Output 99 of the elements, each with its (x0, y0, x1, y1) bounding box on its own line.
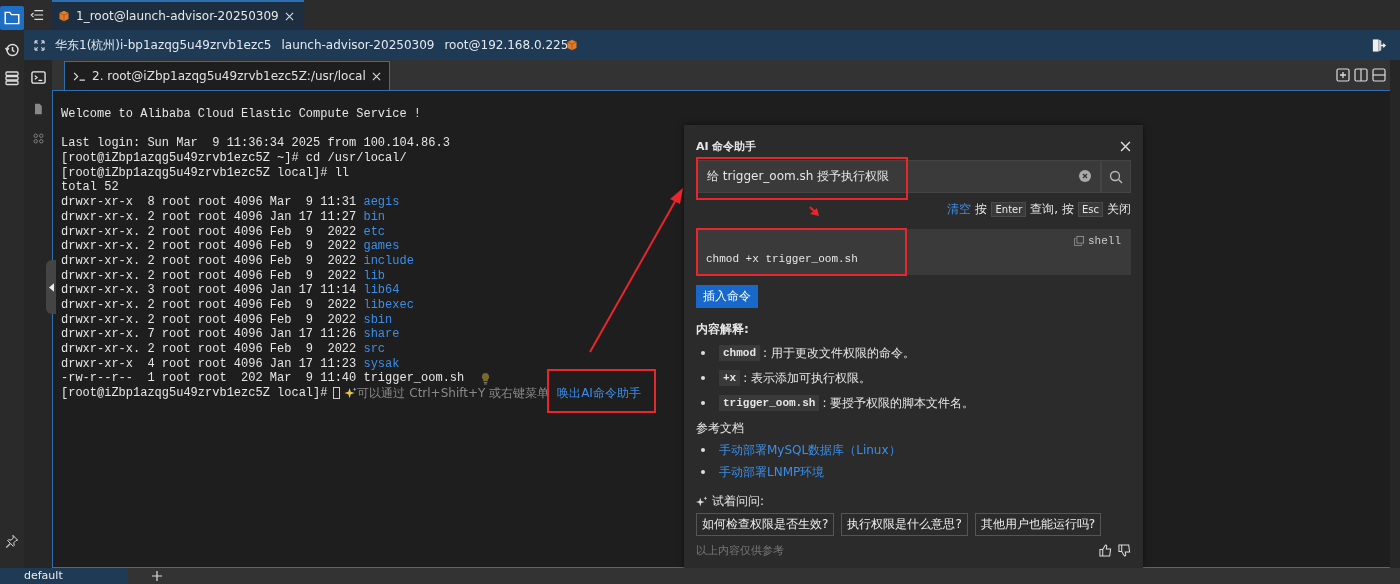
file-info: -rw-r--r-- 1 root root 202 Mar 9 11:40 (61, 371, 357, 387)
copy-icon[interactable] (1074, 236, 1084, 246)
file-name: src (363, 342, 386, 357)
suggestion-button[interactable]: 其他用户也能运行吗? (974, 513, 1102, 536)
terminal-line: [root@iZbp1azqg5u49zrvb1ezc5Z local]# ll (61, 165, 350, 181)
inline-code: trigger_oom.sh (719, 395, 820, 411)
file-name: aegis (363, 195, 400, 210)
thumbs-up-icon[interactable] (1099, 544, 1112, 557)
menu-icon[interactable] (30, 8, 44, 22)
terminal-line: Welcome to Alibaba Cloud Elastic Compute Service ! (61, 107, 422, 122)
query-field[interactable]: 给 trigger_oom.sh 授予执行权限 (696, 160, 1101, 193)
terminal-tab[interactable]: 2. root@iZbp1azqg5u49zrvb1ezc5Z:/usr/local (64, 61, 390, 90)
file-name: games (363, 239, 400, 254)
lightbulb-icon[interactable] (480, 372, 492, 386)
file-name: lib (363, 268, 386, 284)
scrollbar[interactable] (1390, 60, 1400, 568)
file-info: drwxr-xr-x 8 root root 4096 Mar 9 11:31 (61, 195, 357, 210)
history-icon[interactable] (4, 42, 20, 58)
file-name: bin (363, 209, 386, 225)
split-vertical-icon[interactable] (1354, 68, 1368, 82)
inline-code: +x (719, 370, 741, 386)
cube-icon (566, 39, 579, 51)
suggestion-button[interactable]: 如何检查权限是否生效? (696, 513, 835, 536)
language-label: shell (1088, 235, 1121, 247)
thumbs-down-icon[interactable] (1118, 544, 1131, 557)
pin-icon[interactable] (5, 534, 19, 548)
login-user: root@192.168.0.225 (444, 38, 569, 52)
file-info: drwxr-xr-x. 3 root root 4096 Jan 17 11:14 (61, 283, 357, 298)
instance-name: launch-advisor-20250309 (281, 38, 435, 52)
terminal-icon[interactable] (30, 70, 46, 85)
insert-command-button[interactable]: 插入命令 (696, 285, 758, 308)
file-name: sysak (363, 356, 400, 372)
cube-icon (58, 10, 70, 22)
close-icon[interactable] (1120, 140, 1131, 152)
file-info: drwxr-xr-x. 2 root root 4096 Feb 9 2022 (61, 312, 357, 328)
workspace-tab[interactable]: 1_root@launch-advisor-20250309 (52, 0, 304, 30)
region-instance: 华东1(杭州)i-bp1azqg5u49zrvb1ezc5 (55, 36, 272, 54)
clear-icon[interactable] (1079, 170, 1091, 182)
file-info: drwxr-xr-x. 2 root root 4096 Feb 9 2022 (61, 297, 357, 313)
file-info: drwxr-xr-x. 2 root root 4096 Feb 9 2022 (61, 342, 357, 357)
file-info: drwxr-xr-x 4 root root 4096 Jan 17 11:23 (61, 356, 357, 372)
file-info: drwxr-xr-x. 2 root root 4096 Feb 9 2022 (61, 224, 357, 240)
section-heading: 参考文档 (696, 420, 745, 436)
key-cap: Enter (991, 201, 1027, 217)
suggestion-button[interactable]: 执行权限是什么意思? (841, 513, 968, 536)
file-name: libexec (363, 297, 414, 313)
explanation-text: : 要授予权限的脚本文件名。 (822, 394, 975, 412)
prompt-icon (73, 71, 86, 81)
add-pane-icon[interactable] (1336, 68, 1350, 82)
doc-link[interactable]: 手动部署LNMP环境 (719, 463, 825, 481)
file-info: drwxr-xr-x. 7 root root 4096 Jan 17 11:26 (61, 327, 357, 342)
file-name: etc (363, 224, 386, 240)
terminal-line: total 52 (61, 180, 119, 196)
file-info: drwxr-xr-x. 2 root root 4096 Feb 9 2022 (61, 239, 357, 254)
clear-link[interactable]: 清空 (947, 200, 972, 218)
file-name: trigger_oom.sh (363, 371, 465, 387)
close-icon[interactable] (371, 71, 381, 81)
key-cap: Esc (1077, 201, 1103, 217)
panel-title: AI 命令助手 (696, 138, 757, 154)
fullscreen-icon[interactable] (34, 39, 45, 51)
annotation-arrow (809, 206, 819, 216)
hint-text: 可以通过 Ctrl+Shift+Y 或右键菜单 (357, 386, 550, 401)
terminal-line: Last login: Sun Mar 9 11:36:34 2025 from 100.104.86.3 (61, 136, 450, 152)
explanation-text: : 表示添加可执行权限。 (743, 369, 872, 387)
inline-code: chmod (719, 345, 760, 361)
ai-assistant-link[interactable]: 唤出AI命令助手 (557, 385, 641, 400)
collapse-handle[interactable] (46, 260, 56, 314)
suggestions-heading: 试着问问: (712, 493, 765, 510)
file-name: lib64 (363, 283, 400, 298)
hint-text: 关闭 (1107, 200, 1131, 218)
server-list-icon[interactable] (4, 70, 20, 86)
search-button[interactable] (1101, 160, 1131, 193)
explanation-text: : 用于更改文件权限的命令。 (763, 344, 915, 362)
file-info: drwxr-xr-x. 2 root root 4096 Feb 9 2022 (61, 268, 357, 284)
add-icon[interactable] (152, 571, 162, 581)
hint-text: 按 (975, 200, 988, 218)
file-icon[interactable] (32, 103, 44, 115)
session-tab[interactable]: default (0, 568, 128, 584)
folder-icon[interactable] (0, 6, 24, 30)
file-name: sbin (363, 312, 393, 328)
file-info: drwxr-xr-x. 2 root root 4096 Feb 9 2022 (61, 253, 357, 269)
grid-icon[interactable] (32, 133, 44, 144)
section-heading: 内容解释: (696, 321, 750, 337)
doc-link[interactable]: 手动部署MySQL数据库（Linux） (719, 441, 901, 459)
file-name: include (363, 253, 414, 269)
shell-prompt: [root@iZbp1azqg5u49zrvb1ezc5Z local]# (61, 386, 328, 401)
sparkle-icon (696, 495, 708, 508)
sparkle-icon (344, 386, 358, 400)
file-name: share (363, 327, 400, 342)
disclaimer-text: 以上内容仅供参考 (696, 543, 784, 558)
search-icon (1109, 169, 1123, 184)
terminal-line: [root@iZbp1azqg5u49zrvb1ezc5Z ~]# cd /usr/local/ (61, 151, 407, 166)
hint-text: 查询, 按 (1030, 200, 1074, 218)
file-info: drwxr-xr-x. 2 root root 4096 Jan 17 11:27 (61, 209, 357, 225)
split-horizontal-icon[interactable] (1372, 68, 1386, 82)
command-text: chmod +x trigger_oom.sh (706, 253, 859, 265)
cursor-icon (333, 387, 341, 400)
close-icon[interactable] (284, 11, 294, 21)
exit-icon[interactable] (1371, 37, 1386, 53)
